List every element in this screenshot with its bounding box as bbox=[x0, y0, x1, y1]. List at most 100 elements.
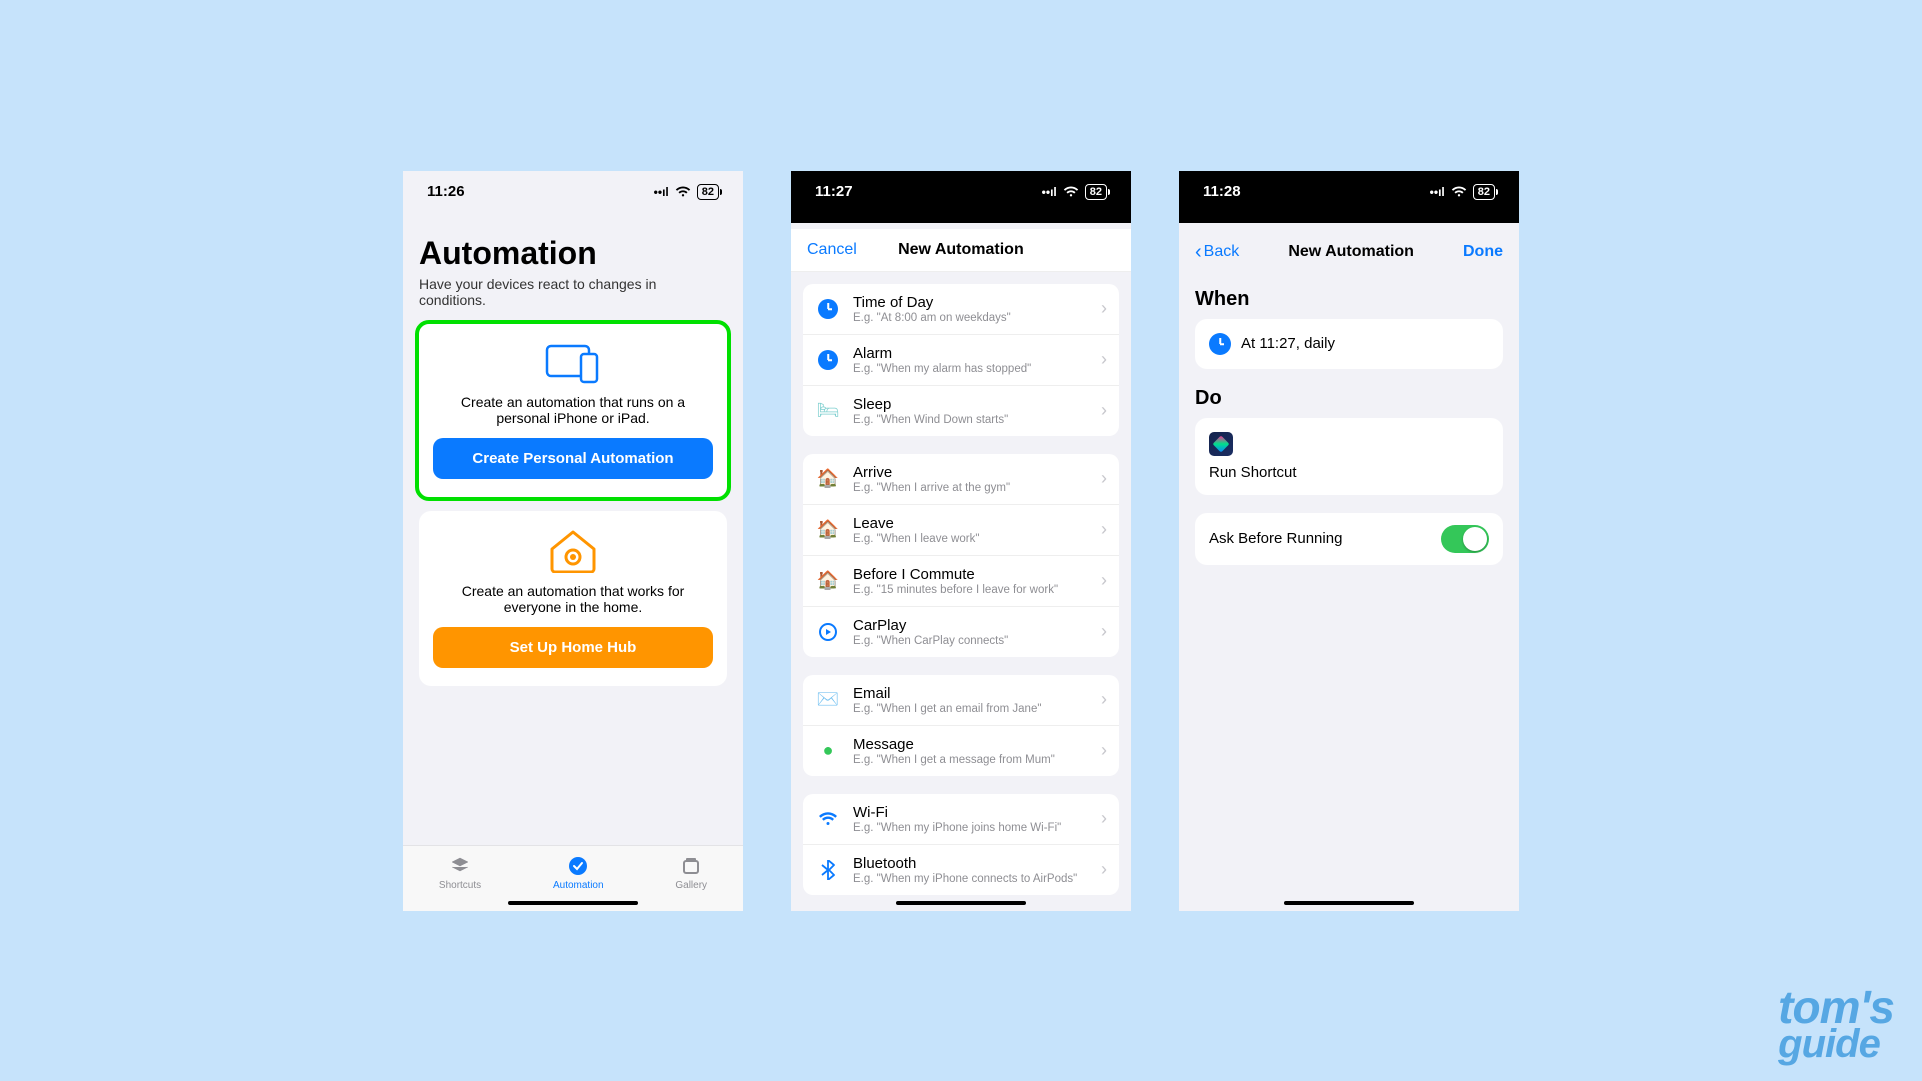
watermark: tom's guide bbox=[1778, 988, 1894, 1061]
trigger-row-bluetooth[interactable]: BluetoothE.g. "When my iPhone connects t… bbox=[803, 844, 1119, 895]
trigger-subtitle: E.g. "When my iPhone joins home Wi-Fi" bbox=[853, 822, 1089, 834]
tab-automation[interactable]: Automation bbox=[553, 854, 604, 891]
do-text: Run Shortcut bbox=[1209, 464, 1489, 481]
trigger-subtitle: E.g. "When I get an email from Jane" bbox=[853, 703, 1089, 715]
tab-gallery-label: Gallery bbox=[675, 880, 707, 891]
screenshot-new-automation-summary: 11:28 ••ıl 82 ‹Back New Automation Done … bbox=[1179, 171, 1519, 911]
trigger-title: Wi-Fi bbox=[853, 804, 1089, 821]
chevron-right-icon: › bbox=[1101, 859, 1107, 880]
create-personal-automation-button[interactable]: Create Personal Automation bbox=[433, 438, 713, 479]
chevron-right-icon: › bbox=[1101, 808, 1107, 829]
home-indicator[interactable] bbox=[1284, 901, 1414, 905]
trigger-title: Leave bbox=[853, 515, 1089, 532]
trigger-row-message[interactable]: ● MessageE.g. "When I get a message from … bbox=[803, 725, 1119, 776]
chevron-right-icon: › bbox=[1101, 689, 1107, 710]
screenshot-automation-home: 11:26 ••ıl 82 Automation Have your devic… bbox=[403, 171, 743, 911]
leave-icon: 🏠 bbox=[815, 517, 841, 543]
when-header: When bbox=[1195, 288, 1503, 311]
home-automation-card: Create an automation that works for ever… bbox=[419, 511, 727, 686]
trigger-title: Sleep bbox=[853, 396, 1089, 413]
trigger-row-before-i-commute[interactable]: 🏠Before I CommuteE.g. "15 minutes before… bbox=[803, 555, 1119, 606]
back-button[interactable]: ‹Back bbox=[1195, 241, 1239, 264]
trigger-row-time-of-day[interactable]: Time of DayE.g. "At 8:00 am on weekdays"… bbox=[803, 284, 1119, 334]
cancel-button[interactable]: Cancel bbox=[807, 241, 857, 259]
status-indicators: ••ıl 82 bbox=[1042, 184, 1107, 200]
trigger-row-sleep[interactable]: 🛏SleepE.g. "When Wind Down starts"› bbox=[803, 385, 1119, 436]
wifi-icon bbox=[815, 806, 841, 832]
trigger-title: Message bbox=[853, 736, 1089, 753]
chevron-right-icon: › bbox=[1101, 740, 1107, 761]
trigger-row-arrive[interactable]: 🏠ArriveE.g. "When I arrive at the gym"› bbox=[803, 454, 1119, 504]
home-indicator[interactable] bbox=[896, 901, 1026, 905]
trigger-subtitle: E.g. "When my iPhone connects to AirPods… bbox=[853, 873, 1089, 885]
ask-before-running-label: Ask Before Running bbox=[1209, 530, 1342, 547]
trigger-row-carplay[interactable]: CarPlayE.g. "When CarPlay connects"› bbox=[803, 606, 1119, 657]
status-bar: 11:28 ••ıl 82 bbox=[1179, 171, 1519, 213]
trigger-subtitle: E.g. "When I leave work" bbox=[853, 533, 1089, 545]
battery-icon: 82 bbox=[1085, 184, 1107, 200]
chevron-right-icon: › bbox=[1101, 298, 1107, 319]
message-icon: ● bbox=[815, 738, 841, 764]
tab-automation-label: Automation bbox=[553, 880, 604, 891]
trigger-group-time: Time of DayE.g. "At 8:00 am on weekdays"… bbox=[803, 284, 1119, 436]
wifi-icon bbox=[1451, 186, 1467, 198]
trigger-group-connectivity: Wi-FiE.g. "When my iPhone joins home Wi-… bbox=[803, 794, 1119, 895]
status-bar: 11:27 ••ıl 82 bbox=[791, 171, 1131, 213]
nav-bar: ‹Back New Automation Done bbox=[1195, 229, 1503, 276]
page-subtitle: Have your devices react to changes in co… bbox=[419, 276, 727, 308]
trigger-title: Time of Day bbox=[853, 294, 1089, 311]
sheet-title: New Automation bbox=[898, 241, 1024, 259]
chevron-right-icon: › bbox=[1101, 349, 1107, 370]
status-indicators: ••ıl 82 bbox=[654, 184, 719, 200]
trigger-row-email[interactable]: ✉️EmailE.g. "When I get an email from Ja… bbox=[803, 675, 1119, 725]
tab-shortcuts[interactable]: Shortcuts bbox=[439, 854, 481, 891]
trigger-subtitle: E.g. "When CarPlay connects" bbox=[853, 635, 1089, 647]
do-header: Do bbox=[1195, 387, 1503, 410]
chevron-right-icon: › bbox=[1101, 621, 1107, 642]
wifi-icon bbox=[675, 186, 691, 198]
devices-icon bbox=[433, 342, 713, 384]
trigger-subtitle: E.g. "15 minutes before I leave for work… bbox=[853, 584, 1089, 596]
status-time: 11:28 bbox=[1203, 183, 1241, 200]
chevron-right-icon: › bbox=[1101, 468, 1107, 489]
battery-icon: 82 bbox=[1473, 184, 1495, 200]
trigger-subtitle: E.g. "When Wind Down starts" bbox=[853, 414, 1089, 426]
chevron-right-icon: › bbox=[1101, 519, 1107, 540]
done-button[interactable]: Done bbox=[1463, 243, 1503, 261]
trigger-title: Email bbox=[853, 685, 1089, 702]
trigger-subtitle: E.g. "At 8:00 am on weekdays" bbox=[853, 312, 1089, 324]
home-indicator[interactable] bbox=[508, 901, 638, 905]
ask-before-running-row: Ask Before Running bbox=[1195, 513, 1503, 565]
chevron-right-icon: › bbox=[1101, 400, 1107, 421]
home-icon bbox=[433, 529, 713, 573]
shortcuts-tab-icon bbox=[448, 854, 472, 878]
trigger-subtitle: E.g. "When I get a message from Mum" bbox=[853, 754, 1089, 766]
alarm-icon bbox=[815, 347, 841, 373]
trigger-title: Alarm bbox=[853, 345, 1089, 362]
cellular-icon: ••ıl bbox=[1430, 185, 1445, 199]
chevron-right-icon: › bbox=[1101, 570, 1107, 591]
do-card[interactable]: Run Shortcut bbox=[1195, 418, 1503, 495]
ask-before-running-toggle[interactable] bbox=[1441, 525, 1489, 553]
trigger-subtitle: E.g. "When my alarm has stopped" bbox=[853, 363, 1089, 375]
trigger-row-leave[interactable]: 🏠 LeaveE.g. "When I leave work" › bbox=[803, 504, 1119, 555]
gallery-tab-icon bbox=[679, 854, 703, 878]
carplay-icon bbox=[815, 619, 841, 645]
trigger-subtitle: E.g. "When I arrive at the gym" bbox=[853, 482, 1089, 494]
trigger-row-wi-fi[interactable]: Wi-FiE.g. "When my iPhone joins home Wi-… bbox=[803, 794, 1119, 844]
nav-title: New Automation bbox=[1288, 243, 1414, 261]
trigger-group-location: 🏠ArriveE.g. "When I arrive at the gym"›🏠… bbox=[803, 454, 1119, 657]
clock-icon bbox=[815, 296, 841, 322]
sheet-header: Cancel New Automation bbox=[791, 229, 1131, 272]
when-card[interactable]: At 11:27, daily bbox=[1195, 319, 1503, 369]
personal-automation-card: Create an automation that runs on a pers… bbox=[419, 324, 727, 497]
trigger-row-alarm[interactable]: AlarmE.g. "When my alarm has stopped" › bbox=[803, 334, 1119, 385]
status-bar: 11:26 ••ıl 82 bbox=[403, 171, 743, 213]
when-text: At 11:27, daily bbox=[1241, 335, 1335, 352]
status-time: 11:27 bbox=[815, 183, 853, 200]
cellular-icon: ••ıl bbox=[654, 185, 669, 199]
personal-automation-desc: Create an automation that runs on a pers… bbox=[433, 394, 713, 426]
set-up-home-hub-button[interactable]: Set Up Home Hub bbox=[433, 627, 713, 668]
status-time: 11:26 bbox=[427, 183, 465, 200]
tab-gallery[interactable]: Gallery bbox=[675, 854, 707, 891]
